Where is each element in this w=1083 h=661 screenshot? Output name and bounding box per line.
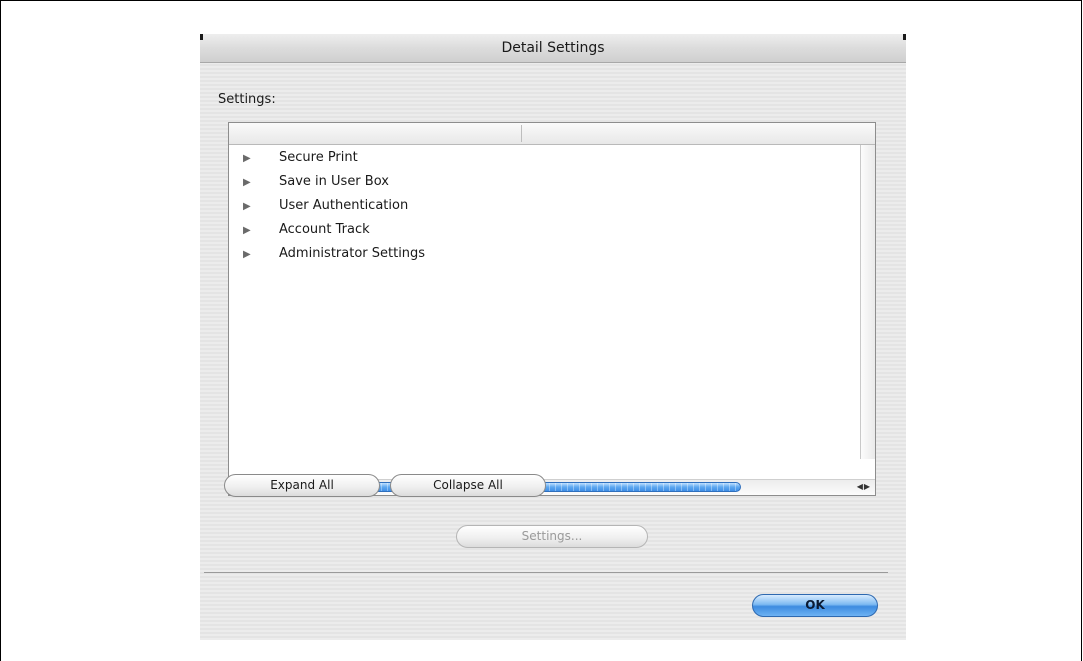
list-header[interactable] — [229, 123, 875, 145]
disclosure-triangle-right-icon[interactable]: ▶ — [243, 177, 251, 189]
vertical-scrollbar[interactable] — [860, 145, 875, 459]
window-corner-left — [200, 34, 203, 40]
disclosure-triangle-right-icon[interactable]: ▶ — [243, 153, 251, 165]
window-corner-right — [903, 34, 906, 40]
tree-item-label: Administrator Settings — [279, 246, 426, 261]
separator — [204, 572, 888, 573]
expand-all-button[interactable]: Expand All — [224, 474, 380, 497]
settings-label: Settings: — [218, 92, 276, 107]
tree-item-account-track[interactable]: ▶ Account Track — [229, 219, 829, 243]
scroll-arrows-icon[interactable]: ◀▶ — [857, 481, 871, 493]
tree-item-label: Secure Print — [279, 150, 358, 165]
collapse-all-button[interactable]: Collapse All — [390, 474, 546, 497]
settings-button[interactable]: Settings... — [456, 525, 648, 548]
ok-button[interactable]: OK — [752, 594, 878, 617]
tree-item-save-in-user-box[interactable]: ▶ Save in User Box — [229, 171, 829, 195]
disclosure-triangle-right-icon[interactable]: ▶ — [243, 225, 251, 237]
tree-item-secure-print[interactable]: ▶ Secure Print — [229, 147, 829, 171]
tree-item-administrator-settings[interactable]: ▶ Administrator Settings — [229, 243, 829, 267]
settings-list[interactable]: ▶ Secure Print ▶ Save in User Box ▶ User… — [228, 122, 876, 496]
disclosure-triangle-right-icon[interactable]: ▶ — [243, 249, 251, 261]
title-bar[interactable]: Detail Settings — [200, 34, 906, 63]
disclosure-triangle-right-icon[interactable]: ▶ — [243, 201, 251, 213]
window-title: Detail Settings — [501, 40, 605, 56]
tree-item-user-authentication[interactable]: ▶ User Authentication — [229, 195, 829, 219]
tree-item-label: Save in User Box — [279, 174, 389, 189]
detail-settings-dialog: Detail Settings Settings: ▶ Secure Print… — [200, 34, 906, 640]
tree-item-label: Account Track — [279, 222, 370, 237]
column-divider[interactable] — [521, 125, 522, 142]
tree-item-label: User Authentication — [279, 198, 409, 213]
